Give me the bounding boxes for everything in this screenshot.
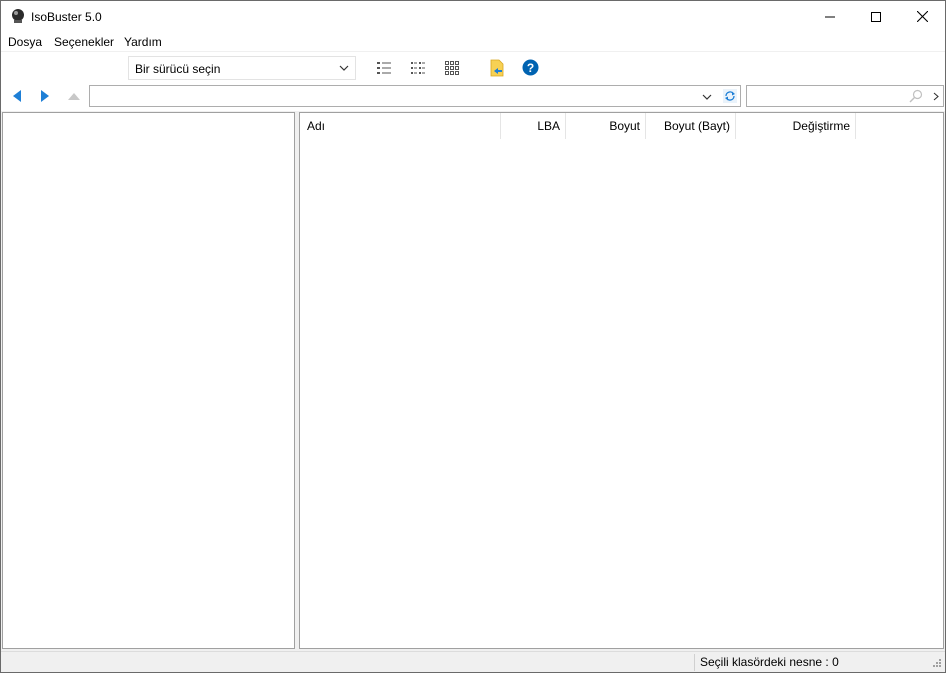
resize-grip-icon[interactable]	[930, 658, 942, 670]
chevron-down-icon	[339, 65, 349, 71]
column-header-row: Adı LBA Boyut Boyut (Bayt) Değiştirme	[300, 113, 943, 139]
folder-tree-pane[interactable]	[2, 112, 295, 649]
back-arrow-icon[interactable]	[10, 89, 24, 103]
drive-select-value: Bir sürücü seçin	[135, 62, 221, 76]
column-header-modified[interactable]: Değiştirme	[736, 113, 856, 139]
column-header-size[interactable]: Boyut	[566, 113, 646, 139]
app-icon	[12, 9, 24, 23]
menu-secenekler[interactable]: Seçenekler	[54, 35, 114, 49]
file-list-pane[interactable]: Adı LBA Boyut Boyut (Bayt) Değiştirme	[299, 112, 944, 649]
search-icon[interactable]	[909, 89, 923, 103]
chevron-right-icon[interactable]	[933, 92, 939, 101]
column-header-name[interactable]: Adı	[300, 113, 501, 139]
app-window: IsoBuster 5.0 Dosya Seçenekler Yardım Bi…	[0, 0, 946, 673]
extract-icon[interactable]	[490, 59, 504, 77]
column-header-size-bytes[interactable]: Boyut (Bayt)	[646, 113, 736, 139]
column-header-lba[interactable]: LBA	[501, 113, 566, 139]
search-input[interactable]	[746, 85, 944, 107]
forward-arrow-icon[interactable]	[38, 89, 52, 103]
menu-yardim[interactable]: Yardım	[124, 35, 162, 49]
maximize-icon	[871, 11, 881, 22]
maximize-button[interactable]	[853, 1, 899, 32]
menu-dosya[interactable]: Dosya	[8, 35, 42, 49]
close-icon	[916, 11, 928, 22]
status-divider	[694, 654, 695, 671]
minimize-button[interactable]	[807, 1, 853, 32]
refresh-icon[interactable]	[723, 89, 737, 103]
minimize-icon	[825, 16, 835, 17]
list-view-icon[interactable]	[410, 60, 426, 76]
address-bar	[1, 83, 945, 111]
close-button[interactable]	[899, 1, 945, 32]
menu-bar: Dosya Seçenekler Yardım	[1, 32, 945, 51]
status-object-count: Seçili klasördeki nesne : 0	[700, 655, 839, 669]
status-bar: Seçili klasördeki nesne : 0	[1, 651, 945, 672]
chevron-down-icon[interactable]	[702, 92, 712, 102]
path-input[interactable]	[89, 85, 741, 107]
window-title: IsoBuster 5.0	[31, 10, 102, 24]
drive-select[interactable]: Bir sürücü seçin	[128, 56, 356, 80]
title-bar: IsoBuster 5.0	[1, 1, 945, 32]
help-icon[interactable]: ?	[522, 59, 539, 76]
details-view-icon[interactable]	[376, 60, 392, 76]
up-arrow-icon[interactable]	[67, 89, 81, 103]
grid-view-icon[interactable]	[444, 60, 460, 76]
toolbar: Bir sürücü seçin ?	[1, 51, 945, 84]
svg-text:?: ?	[527, 61, 534, 75]
